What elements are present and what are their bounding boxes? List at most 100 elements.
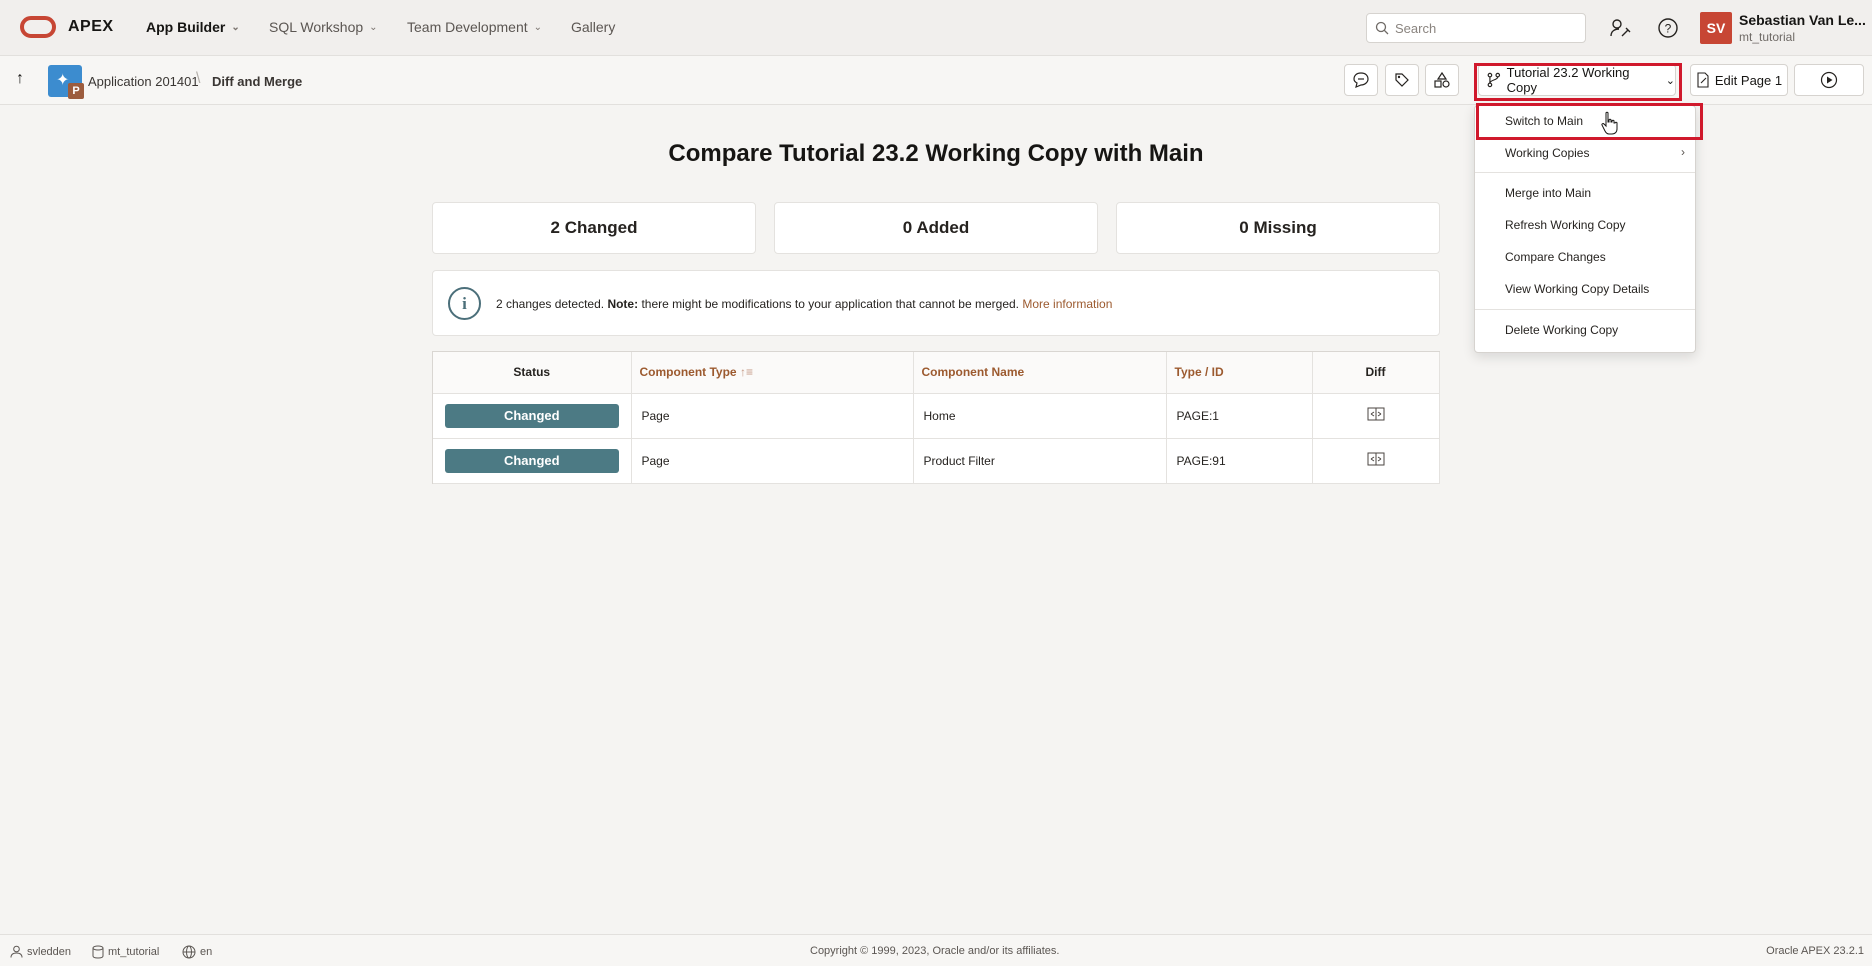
top-header: APEX App Builder ⌄ SQL Workshop ⌄ Team D… xyxy=(0,0,1872,56)
status-cell: Changed xyxy=(433,393,632,439)
menu-item-delete-working-copy[interactable]: Delete Working Copy xyxy=(1505,323,1618,337)
chevron-down-icon: ⌄ xyxy=(231,21,240,33)
breadcrumb-application[interactable]: Application 201401 xyxy=(88,74,199,89)
globe-icon xyxy=(182,945,196,959)
comments-button[interactable] xyxy=(1344,64,1378,96)
application-icon[interactable]: ✦ P xyxy=(48,65,84,99)
stat-missing: 0 Missing xyxy=(1116,202,1440,254)
breadcrumb-current: Diff and Merge xyxy=(212,74,303,89)
comment-icon xyxy=(1353,72,1369,88)
menu-item-working-copies[interactable]: Working Copies › xyxy=(1505,145,1685,160)
status-badge: Changed xyxy=(444,403,619,428)
search-icon xyxy=(1375,21,1389,35)
info-note-text: there might be modifications to your app… xyxy=(641,297,1020,311)
version-text: Oracle APEX 23.2.1 xyxy=(1766,945,1864,957)
chevron-right-icon: › xyxy=(1681,145,1685,159)
edit-page-label: Edit Page 1 xyxy=(1714,72,1783,88)
page-title: Compare Tutorial 23.2 Working Copy with … xyxy=(668,140,1204,167)
component-type-cell: Page xyxy=(631,438,914,484)
info-text: 2 changes detected. xyxy=(496,297,605,311)
menu-item-working-copies-label: Working Copies xyxy=(1505,146,1590,160)
sort-ascending-icon: ↑≡ xyxy=(739,365,753,380)
breadcrumb-separator: \ xyxy=(196,70,201,87)
working-copy-menu: Switch to Main Working Copies › Merge in… xyxy=(1474,105,1696,353)
shapes-icon xyxy=(1434,71,1450,88)
stat-added: 0 Added xyxy=(774,202,1098,254)
column-header-component-name[interactable]: Component Name xyxy=(913,352,1167,394)
nav-gallery-label: Gallery xyxy=(571,19,616,35)
team-dev-button[interactable] xyxy=(1385,64,1419,96)
column-header-component-type[interactable]: Component Type ↑≡ xyxy=(631,352,914,394)
nav-team-development[interactable]: Team Development ⌄ xyxy=(407,19,542,35)
nav-sql-workshop[interactable]: SQL Workshop ⌄ xyxy=(269,19,378,35)
edit-page-icon xyxy=(1697,72,1709,88)
search-input[interactable]: Search xyxy=(1366,13,1586,43)
info-icon: i xyxy=(448,287,481,320)
diff-icon[interactable] xyxy=(1367,452,1385,466)
table-row: Changed Page Home PAGE:1 xyxy=(433,393,1440,439)
component-name-cell: Home xyxy=(913,393,1167,439)
workspace-name: mt_tutorial xyxy=(1739,30,1796,44)
database-icon xyxy=(92,945,104,959)
footer: svledden mt_tutorial en Copyright © 1999… xyxy=(0,934,1872,966)
type-id-cell: PAGE:1 xyxy=(1166,393,1313,439)
column-header-type-id[interactable]: Type / ID xyxy=(1166,352,1313,394)
footer-schema-label: mt_tutorial xyxy=(108,946,160,958)
chevron-down-icon: ⌄ xyxy=(369,21,378,33)
table-header-row: Status Component Type ↑≡ Component Name … xyxy=(433,352,1440,394)
menu-divider xyxy=(1475,172,1695,173)
menu-item-compare-changes[interactable]: Compare Changes xyxy=(1505,250,1606,264)
stat-changed: 2 Changed xyxy=(432,202,756,254)
info-message: 2 changes detected. Note: there might be… xyxy=(496,297,1112,311)
component-name-cell: Product Filter xyxy=(913,438,1167,484)
diff-cell xyxy=(1312,393,1440,439)
chevron-down-icon: ⌄ xyxy=(533,21,543,33)
oracle-logo[interactable] xyxy=(20,16,56,38)
footer-language[interactable]: en xyxy=(182,945,212,959)
footer-user-label: svledden xyxy=(27,945,72,958)
diff-cell xyxy=(1312,438,1440,484)
run-button[interactable] xyxy=(1794,64,1864,96)
administration-icon[interactable] xyxy=(1606,14,1634,42)
nav-team-development-label: Team Development xyxy=(407,19,528,35)
footer-user[interactable]: svledden xyxy=(10,945,71,958)
nav-gallery[interactable]: Gallery xyxy=(571,19,615,35)
column-header-diff[interactable]: Diff xyxy=(1312,352,1440,394)
avatar[interactable]: SV xyxy=(1700,12,1732,44)
component-type-cell: Page xyxy=(631,393,914,439)
menu-item-refresh-working-copy[interactable]: Refresh Working Copy xyxy=(1505,218,1626,232)
arrow-up-icon[interactable]: ↑ xyxy=(16,70,24,88)
status-cell: Changed xyxy=(433,438,632,484)
diff-icon[interactable] xyxy=(1367,407,1385,421)
menu-divider xyxy=(1475,309,1695,310)
app-badge-icon: P xyxy=(68,83,84,99)
edit-page-button[interactable]: Edit Page 1 xyxy=(1690,64,1788,96)
info-note-label: Note: xyxy=(607,297,639,311)
nav-sql-workshop-label: SQL Workshop xyxy=(269,19,364,35)
menu-item-view-working-copy-details[interactable]: View Working Copy Details xyxy=(1505,282,1649,296)
user-icon xyxy=(10,945,23,958)
footer-language-label: en xyxy=(200,946,213,958)
info-alert: i 2 changes detected. Note: there might … xyxy=(432,270,1440,336)
user-name[interactable]: Sebastian Van Le... xyxy=(1739,12,1866,28)
play-icon xyxy=(1820,71,1838,89)
status-badge: Changed xyxy=(444,448,619,473)
type-id-cell: PAGE:91 xyxy=(1166,438,1313,484)
svg-text:?: ? xyxy=(1665,22,1672,36)
working-copy-highlight xyxy=(1474,63,1682,101)
help-icon[interactable]: ? xyxy=(1654,14,1682,42)
footer-schema[interactable]: mt_tutorial xyxy=(92,945,159,959)
tag-icon xyxy=(1395,73,1409,87)
copyright-text: Copyright © 1999, 2023, Oracle and/or it… xyxy=(810,945,1060,957)
hand-cursor-icon xyxy=(1601,111,1618,135)
diff-report: Status Component Type ↑≡ Component Name … xyxy=(432,351,1440,484)
menu-item-merge-into-main[interactable]: Merge into Main xyxy=(1505,186,1591,200)
shared-components-button[interactable] xyxy=(1425,64,1459,96)
column-header-status[interactable]: Status xyxy=(433,352,632,394)
brand-name[interactable]: APEX xyxy=(68,18,114,36)
table-row: Changed Page Product Filter PAGE:91 xyxy=(433,438,1440,484)
more-information-link[interactable]: More information xyxy=(1022,297,1112,311)
switch-to-main-highlight xyxy=(1476,103,1703,140)
search-placeholder: Search xyxy=(1395,20,1437,36)
nav-app-builder[interactable]: App Builder ⌄ xyxy=(146,19,240,35)
